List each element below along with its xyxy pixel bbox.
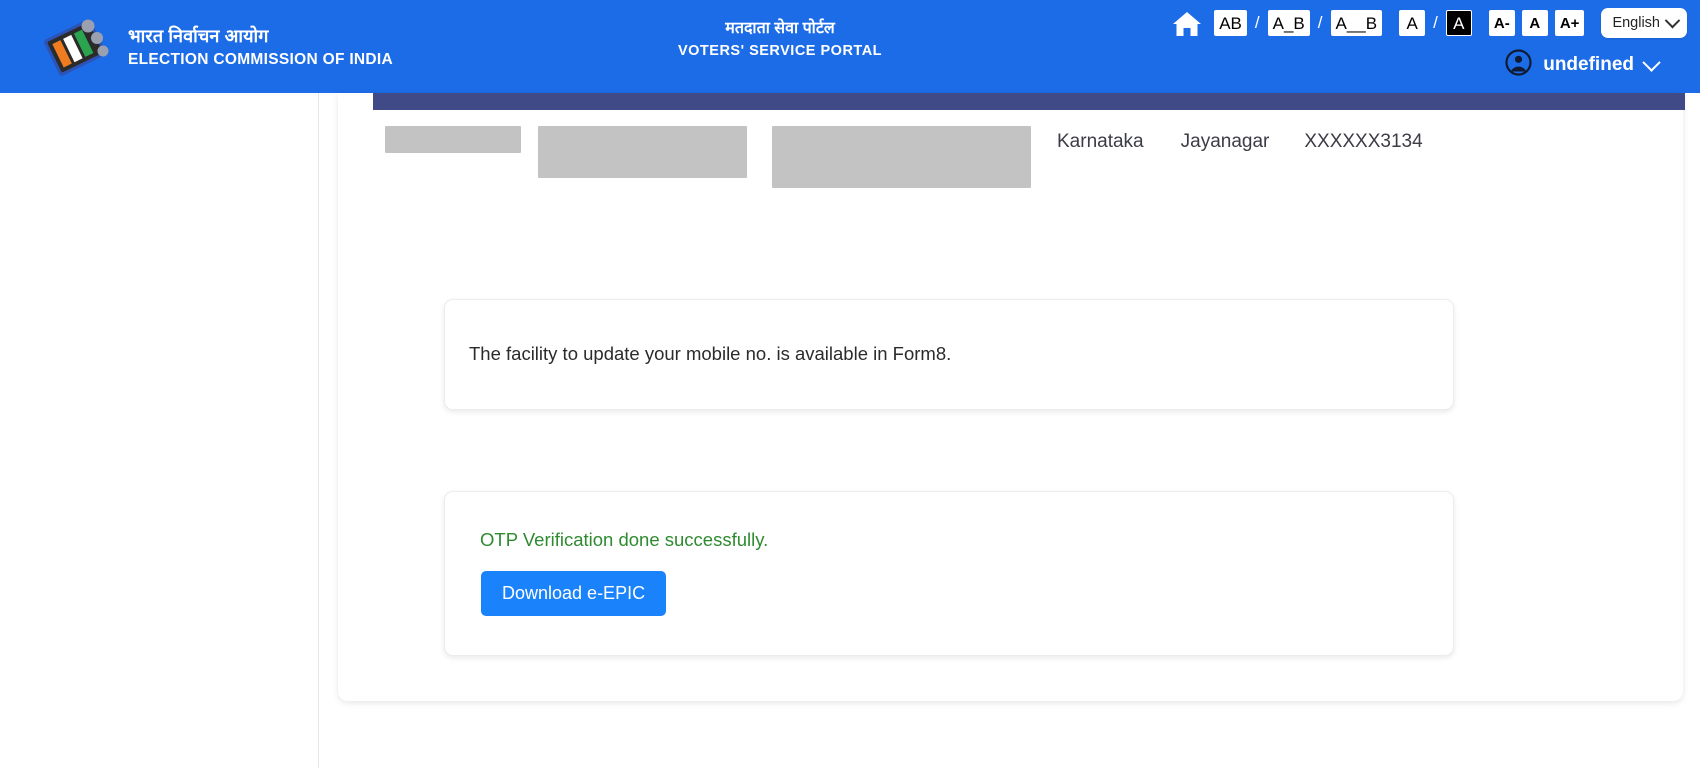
letter-spacing-medium-button[interactable]: A_B [1267, 10, 1310, 36]
otp-status-message: OTP Verification done successfully. [480, 529, 769, 550]
language-selector[interactable]: English [1601, 8, 1687, 38]
toolbar-separator-1: / [1254, 13, 1260, 32]
voter-constituency: Jayanagar [1180, 131, 1270, 152]
voter-epic-number: XXXXXX3134 [1304, 131, 1423, 152]
font-size-decrease-button[interactable]: A- [1488, 10, 1515, 36]
chevron-down-icon [1642, 52, 1661, 72]
brand-title-hindi: भारत निर्वाचन आयोग [128, 25, 269, 46]
otp-result-panel: OTP Verification done successfully. Down… [444, 491, 1454, 656]
download-epic-button[interactable]: Download e-EPIC [481, 571, 667, 616]
toolbar-separator-3: / [1433, 13, 1438, 32]
sidebar-divider [318, 93, 319, 768]
brand-title-english: ELECTION COMMISSION OF INDIA [128, 51, 394, 69]
mobile-update-notice-panel: The facility to update your mobile no. i… [444, 299, 1454, 410]
eci-ballot-logo-icon [40, 14, 112, 80]
brand-block: भारत निर्वाचन आयोग ELECTION COMMISSION O… [40, 14, 393, 80]
voter-state: Karnataka [1057, 131, 1144, 152]
voter-info-row: Karnataka Jayanagar XXXXXX3134 [385, 126, 1635, 188]
site-header: भारत निर्वाचन आयोग ELECTION COMMISSION O… [0, 0, 1700, 93]
language-selected-label: English [1612, 15, 1660, 31]
page-body: Karnataka Jayanagar XXXXXX3134 The facil… [0, 93, 1700, 768]
letter-spacing-wide-button[interactable]: A__B [1330, 10, 1383, 36]
letter-spacing-normal-button[interactable]: AB [1214, 10, 1247, 36]
font-size-default-button[interactable]: A [1521, 10, 1548, 36]
font-size-increase-button[interactable]: A+ [1554, 10, 1585, 36]
toolbar-separator-2: / [1317, 13, 1323, 32]
home-icon[interactable] [1170, 8, 1204, 38]
user-menu[interactable]: undefined [1505, 49, 1661, 81]
notice-message: The facility to update your mobile no. i… [469, 343, 952, 364]
section-header-bar [373, 93, 1685, 110]
user-name-label: undefined [1543, 54, 1634, 75]
accessibility-toolbar: AB / A_B / A__B A / A A- A A+ English [1170, 6, 1687, 40]
brand-text: भारत निर्वाचन आयोग ELECTION COMMISSION O… [128, 25, 393, 70]
contrast-normal-button[interactable]: A [1399, 10, 1426, 36]
contrast-inverted-button[interactable]: A [1445, 10, 1472, 36]
redacted-field-1 [385, 126, 521, 153]
account-circle-icon [1505, 49, 1532, 81]
chevron-down-icon [1664, 12, 1681, 28]
redacted-field-2 [538, 126, 747, 178]
main-content-card: Karnataka Jayanagar XXXXXX3134 The facil… [338, 93, 1685, 701]
redacted-field-3 [772, 126, 1031, 188]
